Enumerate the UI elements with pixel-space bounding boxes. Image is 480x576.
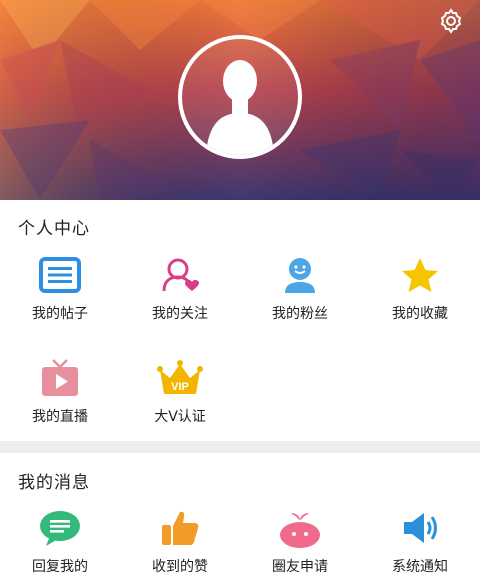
my-posts-label: 我的帖子 <box>32 306 88 322</box>
gear-icon <box>440 8 462 34</box>
post-list-icon <box>39 257 81 293</box>
my-favorites-label: 我的收藏 <box>392 306 448 322</box>
friend-requests-label: 圈友申请 <box>272 559 328 575</box>
personal-center-title: 个人中心 <box>18 219 90 239</box>
fans-smiley-icon <box>285 258 315 293</box>
my-messages-title: 我的消息 <box>18 473 90 493</box>
my-favorites-item[interactable]: 我的收藏 <box>360 255 480 323</box>
my-follows-label: 我的关注 <box>152 306 208 322</box>
my-fans-item[interactable]: 我的粉丝 <box>240 255 360 323</box>
reply-chat-bubble-icon <box>40 511 80 546</box>
my-live-label: 我的直播 <box>32 409 88 425</box>
follow-person-heart-icon <box>162 258 199 292</box>
big-v-verify-label: 大V认证 <box>154 409 206 425</box>
thumbs-up-icon <box>162 511 199 545</box>
settings-button[interactable] <box>436 6 466 36</box>
replies-label: 回复我的 <box>32 559 88 575</box>
big-v-verify-item[interactable]: VIP 大V认证 <box>120 358 240 426</box>
vip-crown-icon: VIP <box>157 360 203 394</box>
my-fans-label: 我的粉丝 <box>272 306 328 322</box>
system-notices-label: 系统通知 <box>392 559 448 575</box>
avatar[interactable] <box>178 35 302 159</box>
my-live-item[interactable]: 我的直播 <box>0 358 120 426</box>
tv-live-icon <box>42 359 78 396</box>
speaker-icon <box>404 513 437 543</box>
section-divider <box>0 441 480 453</box>
my-follows-item[interactable]: 我的关注 <box>120 255 240 323</box>
svg-text:VIP: VIP <box>171 381 189 393</box>
star-icon <box>402 258 438 292</box>
profile-header <box>0 0 480 200</box>
person-silhouette-icon <box>206 60 274 155</box>
friend-request-blob-icon <box>280 513 320 548</box>
likes-received-label: 收到的赞 <box>152 559 208 575</box>
my-posts-item[interactable]: 我的帖子 <box>0 255 120 323</box>
